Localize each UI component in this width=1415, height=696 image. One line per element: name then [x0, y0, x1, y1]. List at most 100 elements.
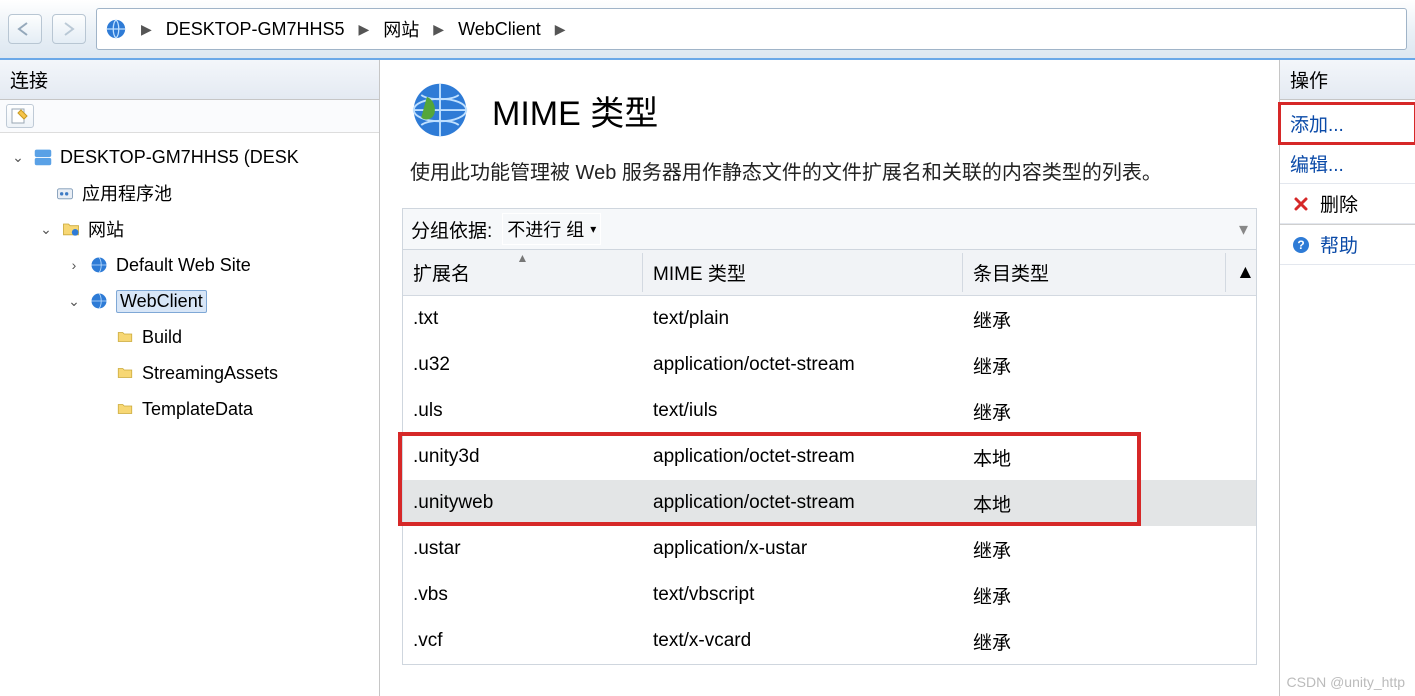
app-pool-icon — [54, 182, 76, 204]
page-description: 使用此功能管理被 Web 服务器用作静态文件的文件扩展名和关联的内容类型的列表。 — [380, 146, 1279, 200]
document-pencil-icon — [11, 108, 29, 124]
tree-label: StreamingAssets — [142, 363, 278, 384]
cell-mime: application/octet-stream — [643, 442, 963, 472]
tree-node-host[interactable]: ⌄ DESKTOP-GM7HHS5 (DESK — [10, 139, 375, 175]
expand-icon[interactable]: › — [66, 257, 82, 273]
tree-label: DESKTOP-GM7HHS5 (DESK — [60, 147, 299, 168]
mime-table: 扩展名▲ MIME 类型 条目类型 ▲ .txttext/plain继承.u32… — [402, 250, 1257, 665]
cell-entry: 继承 — [963, 302, 1226, 337]
crumb-host[interactable]: DESKTOP-GM7HHS5 — [166, 19, 345, 40]
content-panel: MIME 类型 使用此功能管理被 Web 服务器用作静态文件的文件扩展名和关联的… — [380, 60, 1280, 696]
crumb-sites[interactable]: 网站 — [383, 16, 419, 42]
address-bar: ▶ DESKTOP-GM7HHS5 ▶ 网站 ▶ WebClient ▶ — [0, 0, 1415, 60]
table-row[interactable]: .ustarapplication/x-ustar继承 — [403, 526, 1256, 572]
cell-ext: .vcf — [403, 626, 643, 656]
folder-icon — [114, 362, 136, 384]
cell-entry: 继承 — [963, 532, 1226, 567]
cell-mime: text/x-vcard — [643, 626, 963, 656]
server-icon — [32, 146, 54, 168]
arrow-left-icon — [15, 21, 35, 37]
collapse-icon[interactable]: ⌄ — [38, 221, 54, 238]
group-by-value: 不进行 组 — [507, 216, 584, 242]
table-row[interactable]: .txttext/plain继承 — [403, 296, 1256, 342]
action-delete[interactable]: 删除 — [1280, 184, 1415, 224]
new-connection-button[interactable] — [6, 104, 34, 128]
group-by-label: 分组依据: — [411, 216, 492, 243]
tree-label: Build — [142, 327, 182, 348]
tree-node-folder[interactable]: TemplateData — [10, 391, 375, 427]
table-header[interactable]: 扩展名▲ MIME 类型 条目类型 ▲ — [403, 250, 1256, 296]
connections-tree: ⌄ DESKTOP-GM7HHS5 (DESK 应用程序池 ⌄ 网站 — [0, 133, 379, 433]
action-help[interactable]: ? 帮助 — [1280, 224, 1415, 265]
cell-entry: 继承 — [963, 624, 1226, 659]
watermark: CSDN @unity_http — [1287, 674, 1405, 690]
cell-entry: 本地 — [963, 440, 1226, 475]
tree-node-folder[interactable]: StreamingAssets — [10, 355, 375, 391]
collapse-icon[interactable]: ⌄ — [66, 293, 82, 310]
table-row[interactable]: .vcftext/x-vcard继承 — [403, 618, 1256, 664]
chevron-right-icon: ▶ — [141, 21, 152, 38]
tree-node-folder[interactable]: Build — [10, 319, 375, 355]
chevron-right-icon: ▶ — [359, 21, 370, 38]
cell-mime: application/octet-stream — [643, 488, 963, 518]
col-scroll: ▲ — [1226, 256, 1256, 290]
cell-mime: text/iuls — [643, 396, 963, 426]
tree-node-webclient[interactable]: ⌄ WebClient — [10, 283, 375, 319]
cell-ext: .unityweb — [403, 488, 643, 518]
chevron-right-icon: ▶ — [555, 21, 566, 38]
cell-entry: 本地 — [963, 486, 1226, 521]
back-button[interactable] — [8, 14, 42, 44]
action-edit[interactable]: 编辑... — [1280, 144, 1415, 184]
tree-label: 应用程序池 — [82, 180, 172, 206]
group-by-bar: 分组依据: 不进行 组 ▾ ▾ — [402, 208, 1257, 250]
page-title: MIME 类型 — [492, 86, 658, 135]
table-row[interactable]: .u32application/octet-stream继承 — [403, 342, 1256, 388]
action-add[interactable]: 添加... — [1280, 104, 1415, 144]
cell-entry: 继承 — [963, 578, 1226, 613]
tree-label: Default Web Site — [116, 255, 251, 276]
cell-mime: application/octet-stream — [643, 350, 963, 380]
tree-node-app-pools[interactable]: 应用程序池 — [10, 175, 375, 211]
collapse-icon[interactable]: ⌄ — [10, 149, 26, 166]
crumb-webclient[interactable]: WebClient — [458, 19, 541, 40]
col-ext[interactable]: 扩展名▲ — [403, 253, 643, 292]
folder-icon — [114, 326, 136, 348]
cell-ext: .unity3d — [403, 442, 643, 472]
globe-icon — [88, 254, 110, 276]
breadcrumb[interactable]: ▶ DESKTOP-GM7HHS5 ▶ 网站 ▶ WebClient ▶ — [96, 8, 1407, 50]
cell-entry: 继承 — [963, 348, 1226, 383]
table-row[interactable]: .ulstext/iuls继承 — [403, 388, 1256, 434]
forward-button[interactable] — [52, 14, 86, 44]
cell-mime: text/vbscript — [643, 580, 963, 610]
globe-large-icon — [410, 80, 470, 140]
group-by-select[interactable]: 不进行 组 ▾ — [502, 213, 601, 245]
actions-panel: 操作 添加... 编辑... 删除 ? 帮助 — [1280, 60, 1415, 696]
col-mime[interactable]: MIME 类型 — [643, 253, 963, 292]
actions-title: 操作 — [1280, 60, 1415, 100]
folder-icon — [114, 398, 136, 420]
cell-entry: 继承 — [963, 394, 1226, 429]
col-entry[interactable]: 条目类型 — [963, 253, 1226, 292]
cell-mime: text/plain — [643, 304, 963, 334]
cell-mime: application/x-ustar — [643, 534, 963, 564]
cell-ext: .uls — [403, 396, 643, 426]
arrow-right-icon — [59, 21, 79, 37]
tree-node-sites[interactable]: ⌄ 网站 — [10, 211, 375, 247]
chevron-down-icon: ▾ — [590, 222, 596, 236]
tree-node-default-site[interactable]: › Default Web Site — [10, 247, 375, 283]
sort-asc-icon: ▲ — [517, 251, 529, 265]
cell-ext: .ustar — [403, 534, 643, 564]
folder-site-icon — [60, 218, 82, 240]
chevron-right-icon: ▶ — [433, 21, 444, 38]
tree-label: 网站 — [88, 216, 124, 242]
connections-toolbar — [0, 100, 379, 133]
globe-icon — [105, 18, 127, 40]
globe-icon — [88, 290, 110, 312]
tree-label: WebClient — [116, 290, 207, 313]
cell-ext: .txt — [403, 304, 643, 334]
table-row[interactable]: .unity3dapplication/octet-stream本地 — [403, 434, 1256, 480]
cell-ext: .vbs — [403, 580, 643, 610]
help-icon: ? — [1290, 234, 1312, 256]
table-row[interactable]: .vbstext/vbscript继承 — [403, 572, 1256, 618]
table-row[interactable]: .unitywebapplication/octet-stream本地 — [403, 480, 1256, 526]
